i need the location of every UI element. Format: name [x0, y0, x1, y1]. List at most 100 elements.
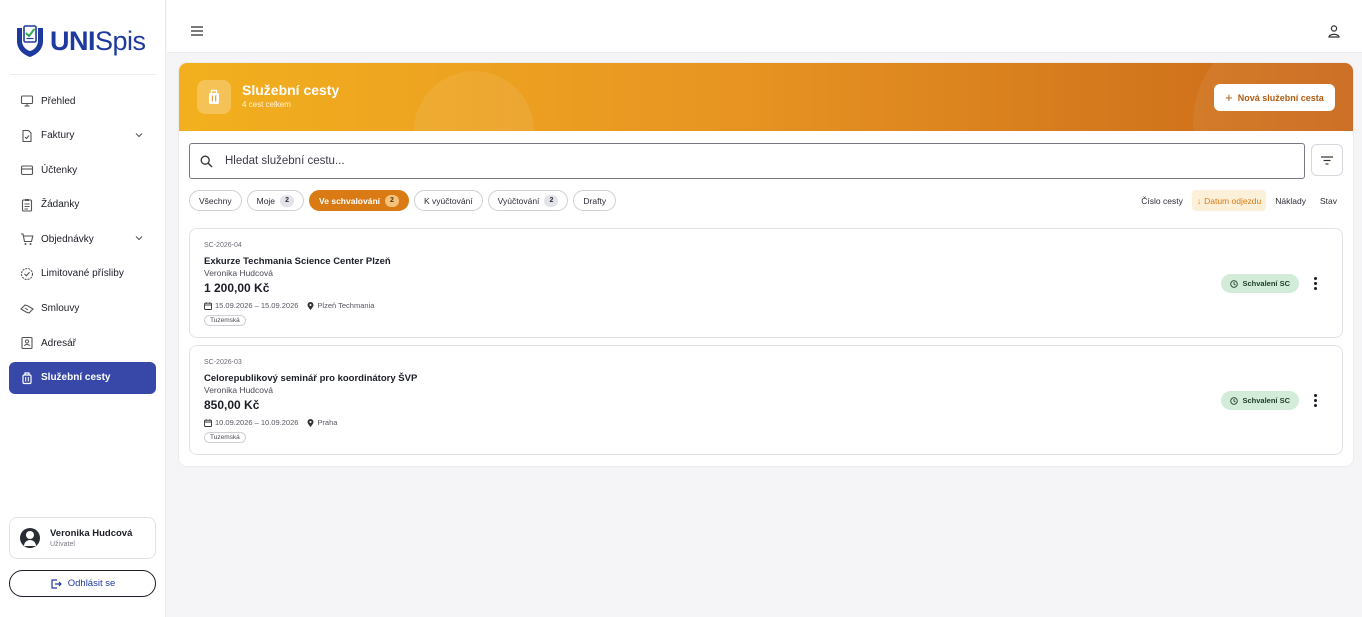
sidebar-item-label: Limitované přísliby: [41, 268, 124, 280]
chip-label: Drafty: [583, 195, 607, 206]
trip-card[interactable]: SC-2026-03 Celorepublikový seminář pro k…: [189, 345, 1343, 455]
new-trip-label: Nová služební cesta: [1237, 92, 1324, 103]
clipboard-icon: [20, 198, 34, 212]
location-pin-icon: [307, 301, 314, 310]
trip-type-tag: Tuzemská: [204, 432, 246, 443]
sort-options: Číslo cesty ↓ Datum odjezdu Náklady Stav: [1132, 190, 1342, 211]
search-input[interactable]: [225, 155, 1225, 167]
filter-chip-drafty[interactable]: Drafty: [573, 190, 617, 211]
status-filter-chips: Všechny Moje 2 Ve schvalování 2 K vyúčto…: [189, 190, 621, 211]
trip-dates: 15.09.2026 – 15.09.2026: [215, 301, 299, 310]
filter-icon: [1321, 155, 1333, 165]
logout-icon: [51, 578, 62, 589]
trip-dates: 10.09.2026 – 10.09.2026: [215, 418, 299, 427]
search-field[interactable]: [189, 143, 1305, 179]
filter-chip-moje[interactable]: Moje 2: [246, 190, 305, 211]
calendar-icon: [204, 301, 212, 310]
plus-icon: +: [1225, 90, 1233, 105]
filter-chip-k-vyuctovani[interactable]: K vyúčtování: [414, 190, 483, 211]
trip-card[interactable]: SC-2026-04 Exkurze Techmania Science Cen…: [189, 228, 1343, 338]
sidebar-item-label: Faktury: [41, 130, 75, 142]
contact-card-icon: [20, 336, 34, 350]
divider: [10, 74, 156, 75]
avatar: [20, 528, 40, 548]
calendar-icon: [204, 418, 212, 427]
sidebar-item-label: Adresář: [41, 337, 77, 349]
filter-chip-vsechny[interactable]: Všechny: [189, 190, 242, 211]
trip-meta: 10.09.2026 – 10.09.2026 Praha: [204, 418, 337, 427]
chip-count-badge: 2: [280, 194, 295, 207]
sidebar-item-uctenky[interactable]: Účtenky: [9, 154, 156, 186]
trip-meta: 15.09.2026 – 15.09.2026 Plzeň Techmania: [204, 301, 374, 310]
top-bar: [167, 0, 1362, 53]
sidebar-item-label: Žádanky: [41, 199, 80, 211]
chip-count-badge: 2: [385, 194, 399, 207]
logout-button[interactable]: Odhlásit se: [9, 570, 156, 597]
badge-check-icon: [20, 267, 34, 281]
user-profile-icon[interactable]: [1328, 25, 1340, 38]
trip-type-tag: Tuzemská: [204, 315, 246, 326]
hamburger-menu-icon[interactable]: [191, 26, 203, 36]
more-options-icon[interactable]: [1313, 394, 1317, 407]
filter-chip-ve-schvalovani[interactable]: Ve schvalování 2: [309, 190, 409, 211]
more-options-icon[interactable]: [1313, 277, 1317, 290]
sidebar-item-limitovane-prisliby[interactable]: Limitované přísliby: [9, 258, 156, 290]
status-label: Schvalení SC: [1242, 396, 1290, 405]
new-trip-button[interactable]: + Nová služební cesta: [1214, 84, 1335, 111]
chip-label: Vyúčtování: [497, 195, 540, 206]
app-logo[interactable]: UNISpis: [14, 24, 146, 58]
sort-datum-odjezdu[interactable]: ↓ Datum odjezdu: [1191, 190, 1267, 211]
sidebar-item-label: Účtenky: [41, 164, 78, 176]
app-logo-text: UNISpis: [50, 25, 146, 56]
sort-naklady[interactable]: Náklady: [1270, 190, 1311, 211]
location-pin-icon: [307, 418, 314, 427]
trip-person: Veronika Hudcová: [204, 268, 273, 278]
sidebar-item-faktury[interactable]: Faktury: [9, 120, 156, 152]
sort-cislo-cesty[interactable]: Číslo cesty: [1136, 190, 1188, 211]
logout-label: Odhlásit se: [67, 578, 116, 589]
chip-label: Ve schvalování: [319, 195, 380, 206]
sidebar-item-adresar[interactable]: Adresář: [9, 327, 156, 359]
sidebar-item-label: Přehled: [41, 95, 76, 107]
sidebar-item-smlouvy[interactable]: Smlouvy: [9, 293, 156, 325]
cart-icon: [20, 232, 34, 246]
trip-place: Plzeň Techmania: [317, 301, 375, 310]
chevron-down-icon[interactable]: [134, 130, 144, 140]
filter-chip-vyuctovani[interactable]: Vyúčtování 2: [487, 190, 569, 211]
business-trips-panel: Služební cesty 4 cest celkem + Nová služ…: [179, 63, 1353, 466]
trip-name: Exkurze Techmania Science Center Plzeň: [204, 256, 391, 267]
chip-label: Moje: [256, 195, 276, 206]
trip-place: Praha: [317, 418, 338, 427]
filter-button[interactable]: [1311, 144, 1343, 176]
sidebar-item-label: Služební cesty: [41, 372, 111, 384]
sidebar: UNISpis Přehled Faktury Účtenky Žádanky …: [0, 0, 166, 617]
status-badge: Schvalení SC: [1221, 274, 1299, 293]
trip-person: Veronika Hudcová: [204, 385, 273, 395]
user-name: Veronika Hudcová: [50, 528, 133, 539]
clock-icon: [1230, 396, 1239, 405]
search-icon: [200, 155, 213, 167]
user-card[interactable]: Veronika Hudcová Uživatel: [9, 517, 156, 559]
sidebar-item-sluzebni-cesty[interactable]: Služební cesty: [9, 361, 156, 394]
invoice-icon: [20, 129, 34, 143]
wallet-icon: [20, 163, 34, 177]
status-label: Schvalení SC: [1242, 279, 1290, 288]
chip-label: K vyúčtování: [424, 195, 473, 206]
luggage-icon: [197, 80, 231, 114]
chevron-down-icon[interactable]: [134, 233, 144, 243]
trip-id: SC-2026-04: [204, 242, 242, 249]
sidebar-item-prehled[interactable]: Přehled: [9, 85, 156, 117]
chip-label: Všechny: [199, 195, 232, 206]
sidebar-nav: Přehled Faktury Účtenky Žádanky Objednáv…: [9, 85, 156, 396]
trip-id: SC-2026-03: [204, 359, 242, 366]
sidebar-item-label: Smlouvy: [41, 303, 80, 315]
sort-stav[interactable]: Stav: [1315, 190, 1342, 211]
chip-count-badge: 2: [544, 194, 559, 207]
user-info: Veronika Hudcová Uživatel: [50, 528, 132, 548]
page-title: Služební cesty: [242, 82, 340, 98]
sidebar-item-objednavky[interactable]: Objednávky: [9, 223, 156, 255]
sidebar-item-label: Objednávky: [41, 233, 94, 245]
sidebar-item-zadanky[interactable]: Žádanky: [9, 189, 156, 221]
page-header-banner: Služební cesty 4 cest celkem + Nová služ…: [179, 63, 1353, 131]
trip-count: 4 cest celkem: [242, 100, 291, 109]
